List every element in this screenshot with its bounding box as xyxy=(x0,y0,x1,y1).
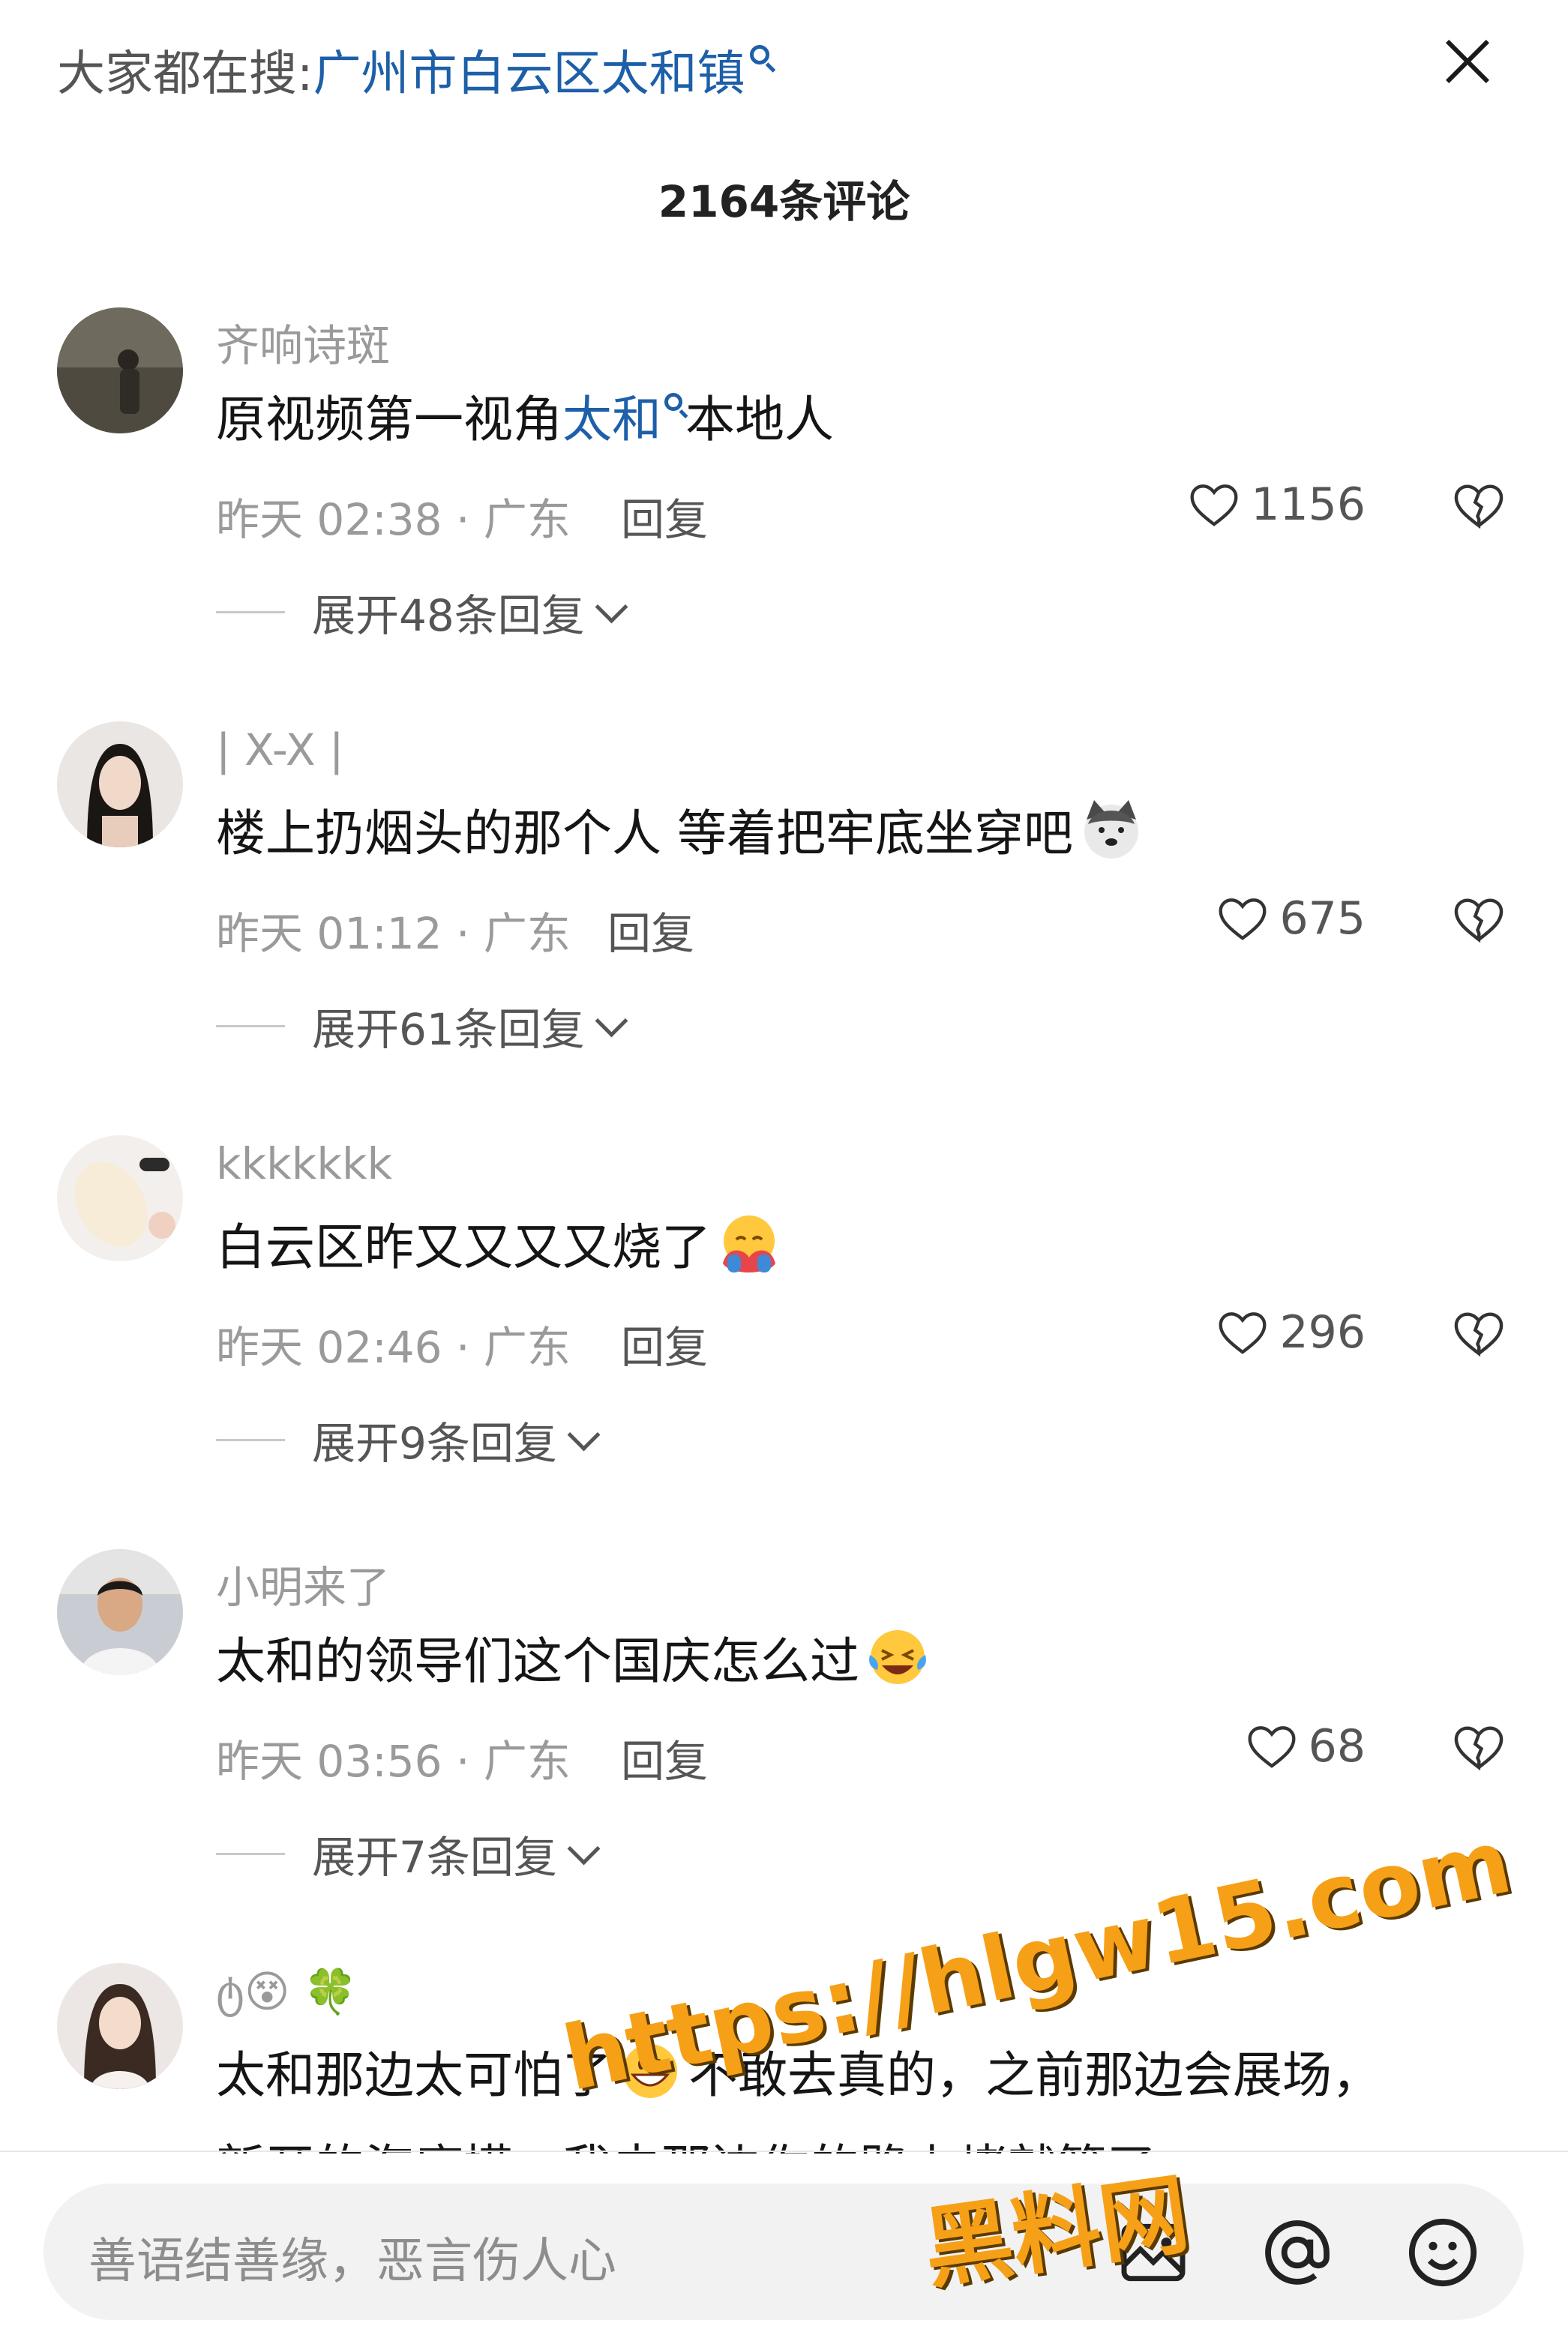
divider-line xyxy=(216,1438,285,1441)
chevron-down-icon xyxy=(595,590,628,623)
broken-heart-icon[interactable] xyxy=(1450,477,1507,534)
username[interactable]: 齐响诗斑 xyxy=(216,310,390,373)
comment-meta: 昨天 01:12 · 广东 xyxy=(216,908,571,959)
trending-search[interactable]: 大家都在搜: 广州市白云区太和镇 xyxy=(57,36,769,103)
like-button[interactable]: 296 xyxy=(1215,1305,1366,1360)
username[interactable]: 小明来了 xyxy=(216,1552,390,1615)
divider-line xyxy=(216,610,285,613)
like-count: 296 xyxy=(1279,1306,1366,1359)
comment-count: 2164条评论 xyxy=(658,176,910,227)
reply-button[interactable]: 回复 xyxy=(621,1726,708,1789)
like-button[interactable]: 675 xyxy=(1215,891,1366,946)
heart-icon xyxy=(1248,1726,1296,1768)
comment-text-overflow: 新开的海底捞，我去那边你的路上堵就管了 xyxy=(216,2128,1156,2154)
like-count: 68 xyxy=(1308,1720,1366,1773)
comment-search-link[interactable]: 太和 xyxy=(562,379,661,451)
broken-heart-icon[interactable] xyxy=(1450,1719,1507,1776)
avatar[interactable] xyxy=(57,1135,183,1261)
comment-text-part: 白云区昨又又又又烧了 xyxy=(216,1218,711,1276)
comment-text-part: 楼上扔烟头的那个人 等着把牢底坐穿吧 xyxy=(216,805,1073,862)
comment-text: 太和的领导们这个国庆怎么过 xyxy=(216,1621,930,1693)
divider-line xyxy=(216,1024,285,1027)
divider-line xyxy=(216,1852,285,1855)
comment-item: 齐响诗斑 原视频第一视角 太和 本地人 昨天 02:38 · 广东 回复 115… xyxy=(0,307,1568,697)
expand-replies-button[interactable]: 展开61条回复 xyxy=(216,994,628,1057)
avatar[interactable] xyxy=(57,721,183,847)
at-icon[interactable] xyxy=(1258,2214,1336,2292)
hugging-emoji-icon xyxy=(717,1211,781,1275)
comment-meta: 昨天 02:38 · 广东 xyxy=(216,494,571,545)
avatar[interactable] xyxy=(57,1549,183,1675)
expand-replies-button[interactable]: 展开9条回复 xyxy=(216,1408,601,1471)
reply-button[interactable]: 回复 xyxy=(621,1312,708,1375)
avatar[interactable] xyxy=(57,1963,183,2089)
comment-text-part: 太和那边太可怕了 xyxy=(216,2046,612,2104)
search-prefix: 大家都在搜: xyxy=(57,46,313,102)
reply-button[interactable]: 回复 xyxy=(607,898,694,961)
expand-label: 展开48条回复 xyxy=(312,590,585,641)
comment-text: 白云区昨又又又又烧了 xyxy=(216,1207,781,1279)
comment-text-part: 原视频第一视角 xyxy=(216,391,562,448)
comment-text: 楼上扔烟头的那个人 等着把牢底坐穿吧 xyxy=(216,793,1144,865)
search-term-link[interactable]: 广州市白云区太和镇 xyxy=(313,35,745,104)
expand-replies-button[interactable]: 展开7条回复 xyxy=(216,1822,601,1885)
username[interactable]: | X-X | xyxy=(216,724,344,775)
like-button[interactable]: 68 xyxy=(1244,1719,1366,1774)
username[interactable]: kkkkkkk xyxy=(216,1138,392,1189)
comment-text: 原视频第一视角 太和 本地人 xyxy=(216,379,834,451)
broken-heart-icon[interactable] xyxy=(1450,1305,1507,1362)
chevron-down-icon xyxy=(595,1004,628,1037)
crying-laughing-emoji-icon xyxy=(865,1625,930,1689)
search-icon xyxy=(664,393,682,411)
expand-label: 展开7条回复 xyxy=(312,1832,557,1883)
avatar[interactable] xyxy=(57,307,183,433)
expand-label: 展开9条回复 xyxy=(312,1418,557,1469)
input-placeholder: 善语结善缘，恶言伤人心 xyxy=(88,2234,616,2289)
search-icon xyxy=(749,45,769,64)
comment-meta: 昨天 02:46 · 广东 xyxy=(216,1322,571,1373)
heart-icon xyxy=(1219,898,1267,940)
emoji-icon[interactable] xyxy=(1404,2214,1482,2292)
comment-item: | X-X | 楼上扔烟头的那个人 等着把牢底坐穿吧 昨天 01:12 · 广东… xyxy=(0,721,1568,1111)
like-count: 675 xyxy=(1279,892,1366,945)
comment-item: kkkkkkk 白云区昨又又又又烧了 昨天 02:46 · 广东 回复 296 … xyxy=(0,1135,1568,1525)
heart-icon xyxy=(1219,1312,1267,1354)
comment-meta: 昨天 03:56 · 广东 xyxy=(216,1736,571,1787)
username[interactable]: ტ😵 🍀 xyxy=(216,1966,358,2018)
chevron-down-icon xyxy=(567,1832,601,1865)
comment-text-part: 本地人 xyxy=(685,391,834,448)
reply-button[interactable]: 回复 xyxy=(621,484,708,547)
expand-replies-button[interactable]: 展开48条回复 xyxy=(216,580,628,643)
close-icon[interactable] xyxy=(1434,27,1501,94)
divider xyxy=(0,2151,1568,2152)
chevron-down-icon xyxy=(567,1418,601,1451)
expand-label: 展开61条回复 xyxy=(312,1004,585,1055)
like-button[interactable]: 1156 xyxy=(1186,477,1366,532)
dog-face-emoji-icon xyxy=(1079,797,1144,862)
like-count: 1156 xyxy=(1251,478,1366,531)
heart-icon xyxy=(1190,484,1238,526)
comment-input[interactable]: 善语结善缘，恶言伤人心 xyxy=(43,2184,1524,2320)
broken-heart-icon[interactable] xyxy=(1450,891,1507,948)
comment-text-part: 太和的领导们这个国庆怎么过 xyxy=(216,1632,859,1690)
